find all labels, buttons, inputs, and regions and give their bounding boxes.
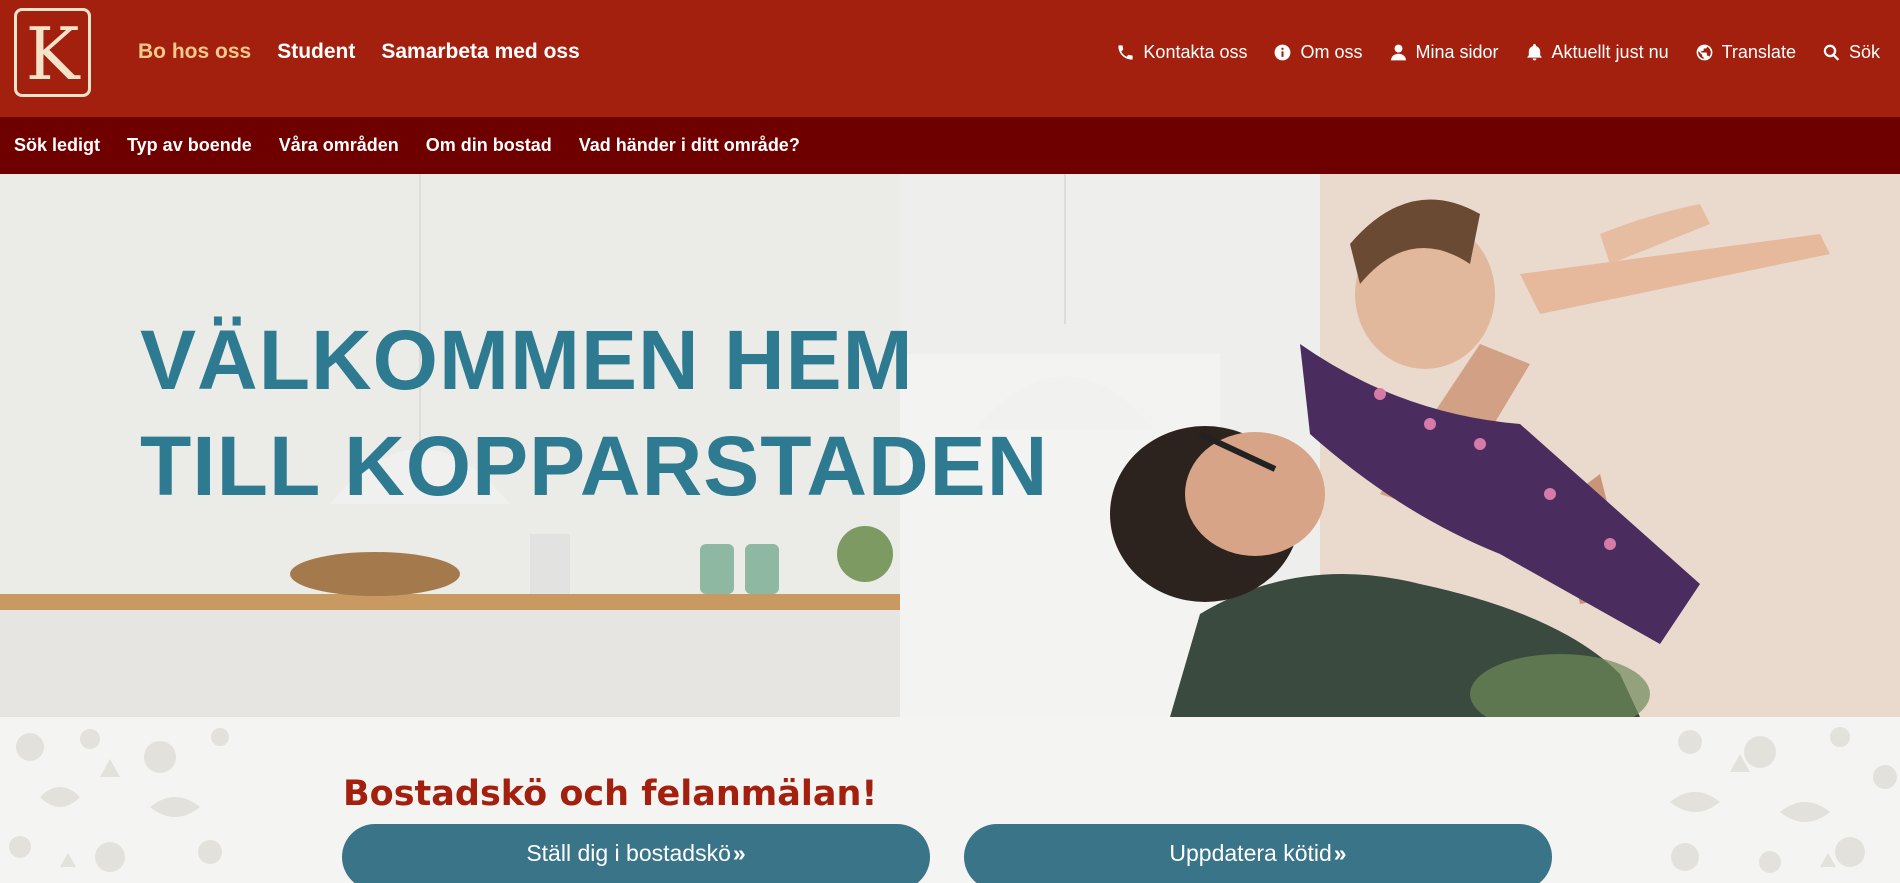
folk-pattern-decoration-left bbox=[9, 728, 229, 872]
hero-title-line1: VÄLKOMMEN HEM bbox=[140, 313, 914, 407]
util-om-oss[interactable]: Om oss bbox=[1273, 42, 1363, 63]
phone-icon bbox=[1118, 45, 1134, 60]
user-icon bbox=[1390, 44, 1406, 61]
queue-section: Bostadskö och felanmälan! Ställ dig i bo… bbox=[0, 717, 1900, 883]
nav-samarbeta-med-oss[interactable]: Samarbeta med oss bbox=[381, 40, 579, 64]
util-translate[interactable]: Translate bbox=[1695, 42, 1796, 63]
util-aktuellt-just-nu[interactable]: Aktuellt just nu bbox=[1525, 42, 1669, 63]
join-housing-queue-button[interactable]: Ställ dig i bostadskö» bbox=[342, 824, 930, 883]
subnav-vad-hander[interactable]: Vad händer i ditt område? bbox=[579, 135, 800, 156]
chevron-right-double-icon: » bbox=[732, 840, 746, 866]
util-label: Mina sidor bbox=[1415, 42, 1499, 62]
top-header: K Bo hos oss Student Samarbeta med oss K… bbox=[0, 0, 1900, 117]
util-label: Om oss bbox=[1300, 42, 1363, 62]
nav-bo-hos-oss[interactable]: Bo hos oss bbox=[138, 40, 251, 64]
kopparstaden-logo[interactable]: K bbox=[14, 8, 91, 97]
util-label: Sök bbox=[1848, 42, 1880, 62]
subnav-sok-ledigt[interactable]: Sök ledigt bbox=[14, 135, 100, 156]
util-label: Aktuellt just nu bbox=[1551, 42, 1669, 62]
main-navigation: Bo hos oss Student Samarbeta med oss bbox=[138, 40, 580, 64]
subnav-vara-omraden[interactable]: Våra områden bbox=[279, 135, 399, 156]
chevron-right-double-icon: » bbox=[1333, 840, 1347, 866]
subnav-om-din-bostad[interactable]: Om din bostad bbox=[426, 135, 552, 156]
util-label: Translate bbox=[1721, 42, 1796, 62]
globe-icon bbox=[1696, 44, 1713, 61]
utility-navigation: Kontakta oss Om oss Mina sidor Aktuellt … bbox=[1116, 42, 1880, 63]
secondary-navigation: Sök ledigt Typ av boende Våra områden Om… bbox=[0, 117, 1900, 174]
hero-title: VÄLKOMMEN HEM TILL KOPPARSTADEN bbox=[140, 307, 1048, 519]
section-title: Bostadskö och felanmälan! bbox=[343, 774, 878, 814]
folk-pattern-decoration-right bbox=[1670, 727, 1897, 873]
bell-icon bbox=[1526, 43, 1542, 61]
info-icon bbox=[1275, 44, 1291, 61]
hero-title-line2: TILL KOPPARSTADEN bbox=[140, 419, 1049, 513]
update-queue-time-button[interactable]: Uppdatera kötid» bbox=[964, 824, 1552, 883]
util-label: Kontakta oss bbox=[1143, 42, 1248, 62]
util-kontakta-oss[interactable]: Kontakta oss bbox=[1116, 42, 1247, 63]
button-label: Ställ dig i bostadskö bbox=[526, 840, 731, 866]
hero-banner: VÄLKOMMEN HEM TILL KOPPARSTADEN bbox=[0, 174, 1900, 717]
logo-letter: K bbox=[25, 11, 80, 96]
util-sok[interactable]: Sök bbox=[1822, 42, 1880, 63]
search-icon bbox=[1823, 44, 1840, 61]
button-label: Uppdatera kötid bbox=[1169, 840, 1332, 866]
nav-student[interactable]: Student bbox=[277, 40, 355, 64]
subnav-typ-av-boende[interactable]: Typ av boende bbox=[127, 135, 252, 156]
util-mina-sidor[interactable]: Mina sidor bbox=[1389, 42, 1499, 63]
